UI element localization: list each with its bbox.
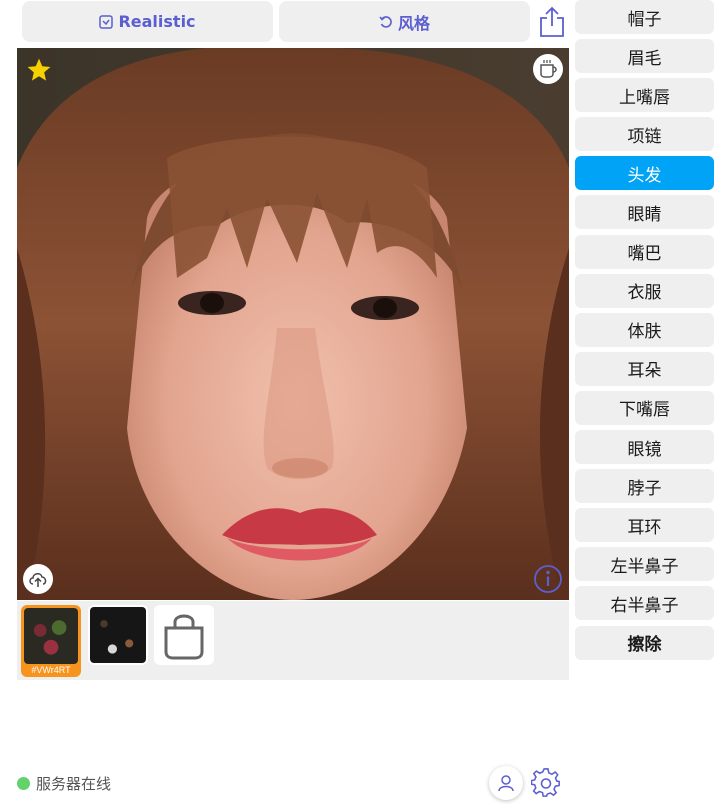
thumbnail-item[interactable]: [88, 605, 148, 665]
style-label: 风格: [397, 13, 430, 33]
status-text: 服务器在线: [36, 774, 112, 793]
thumbnail-image: [24, 608, 78, 664]
server-status: 服务器在线: [17, 773, 111, 793]
style-button[interactable]: 风格: [279, 1, 530, 42]
part-item[interactable]: 耳环: [575, 508, 714, 543]
undo-icon: [379, 15, 392, 28]
share-button[interactable]: [536, 4, 568, 40]
erase-button[interactable]: 擦除: [575, 625, 714, 660]
part-list: 帽子眉毛上嘴唇项链头发眼睛嘴巴衣服体肤耳朵下嘴唇眼镜脖子耳环左半鼻子右半鼻子擦除: [575, 0, 714, 665]
user-icon: [498, 775, 514, 792]
app-root: Realistic 风格 #VWr4RT 帽子 眉毛 上嘴唇 项链 头发 眼睛 …: [0, 0, 720, 804]
cloud-upload-icon[interactable]: [23, 564, 53, 594]
star-icon[interactable]: [25, 56, 53, 84]
shopping-bag-icon: [164, 614, 204, 660]
share-icon: [540, 6, 564, 37]
thumbnail-image: [90, 607, 146, 663]
realistic-button[interactable]: Realistic: [22, 1, 273, 42]
coffee-cup-icon[interactable]: [533, 54, 563, 84]
thumbnail-label: #VWr4RT: [31, 665, 71, 675]
part-item[interactable]: 耳朵: [575, 351, 714, 386]
image-canvas[interactable]: [17, 48, 569, 600]
part-item[interactable]: 体肤: [575, 312, 714, 347]
part-item[interactable]: 项链: [575, 117, 714, 152]
part-item[interactable]: 头发: [575, 156, 714, 191]
part-item[interactable]: 上嘴唇: [575, 78, 714, 113]
part-item[interactable]: 左半鼻子: [575, 547, 714, 582]
part-item[interactable]: 帽子: [575, 0, 714, 34]
part-item[interactable]: 眼睛: [575, 195, 714, 230]
part-item[interactable]: 右半鼻子: [575, 586, 714, 621]
portrait-image: [17, 48, 569, 600]
part-item[interactable]: 衣服: [575, 273, 714, 308]
realistic-label: Realistic: [118, 12, 196, 31]
part-item[interactable]: 脖子: [575, 469, 714, 504]
gear-icon: [531, 768, 560, 797]
part-item[interactable]: 下嘴唇: [575, 390, 714, 425]
thumbnail-strip: #VWr4RT: [17, 601, 569, 680]
part-item[interactable]: 眉毛: [575, 39, 714, 74]
add-image-button[interactable]: [154, 605, 214, 665]
thumbnail-selected[interactable]: #VWr4RT: [21, 605, 81, 677]
part-item[interactable]: 嘴巴: [575, 234, 714, 269]
part-item[interactable]: 眼镜: [575, 430, 714, 465]
checkbox-icon: [99, 14, 114, 29]
info-icon[interactable]: [533, 564, 563, 594]
status-indicator-dot: [17, 776, 30, 790]
user-button[interactable]: [489, 766, 523, 800]
settings-button[interactable]: [529, 766, 563, 800]
